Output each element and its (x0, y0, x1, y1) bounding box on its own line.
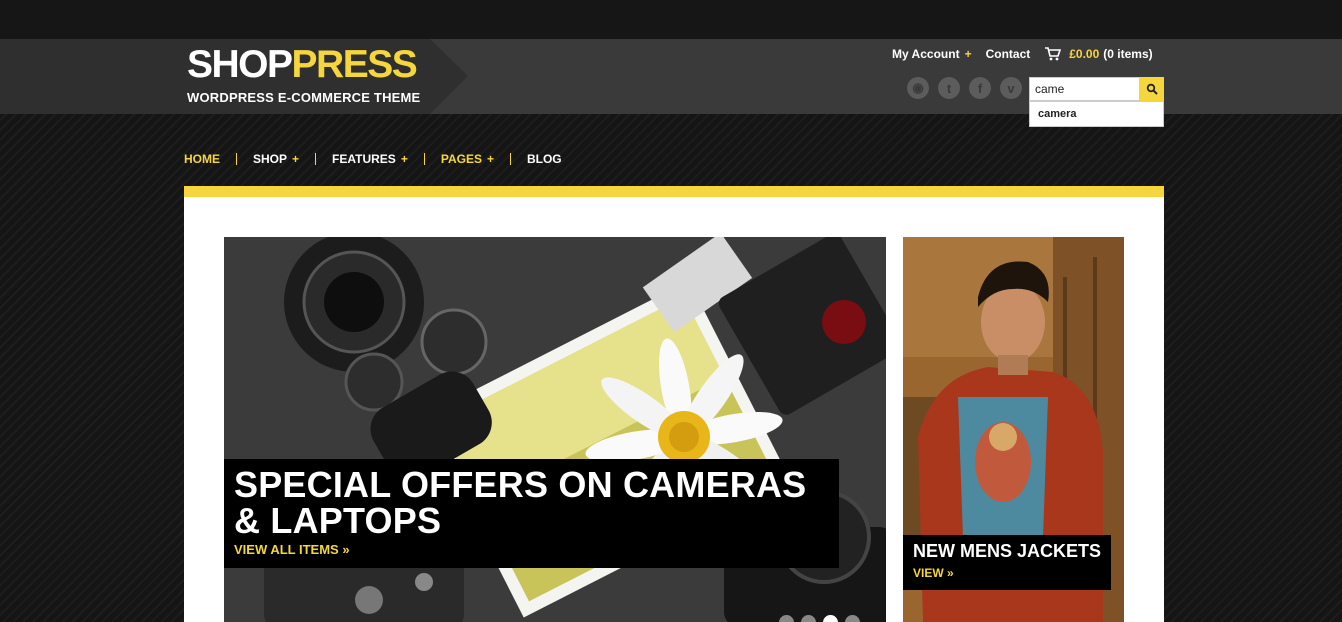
cart-total: £0.00 (1069, 47, 1100, 61)
twitter-icon[interactable]: t (938, 77, 960, 99)
nav-separator (236, 153, 237, 165)
cart-count: (0 items) (1103, 47, 1153, 61)
nav-plus-pages: + (486, 152, 494, 166)
side-banner-title: NEW MENS JACKETS (913, 541, 1102, 561)
my-account-plus[interactable]: + (965, 47, 972, 61)
logo-shop: SHOP (187, 43, 293, 86)
slider-dots (779, 615, 860, 622)
nav-item-pages[interactable]: PAGES + (441, 152, 494, 166)
slider-dot[interactable] (845, 615, 860, 622)
side-banner-caption: NEW MENS JACKETS VIEW » (903, 535, 1111, 590)
social-icons: ◉ t f v (907, 77, 1022, 99)
nav-separator (315, 153, 317, 165)
nav-separator (509, 153, 511, 165)
nav-label-home: HOME (184, 152, 220, 166)
nav-label-pages: PAGES (440, 152, 482, 166)
nav-label-shop: SHOP (253, 152, 288, 166)
search-suggestion[interactable]: camera (1029, 101, 1164, 127)
search-input[interactable]: came (1029, 77, 1140, 101)
nav-label-blog: BLOG (526, 152, 562, 166)
cart-link[interactable]: £0.00 (0 items) (1044, 47, 1153, 61)
top-strip (0, 0, 1342, 39)
my-account-link[interactable]: My Account (892, 47, 960, 61)
hero-view-all-link[interactable]: VIEW ALL ITEMS » (234, 542, 829, 557)
contact-link[interactable]: Contact (986, 47, 1031, 61)
side-banner-view-link[interactable]: VIEW » (913, 566, 1101, 580)
slider-dot[interactable] (801, 615, 816, 622)
nav-plus-shop: + (292, 152, 300, 166)
hero-caption: SPECIAL OFFERS ON CAMERAS & LAPTOPS VIEW… (224, 459, 839, 568)
logo-tagline: WORDPRESS E-COMMERCE THEME (187, 90, 421, 105)
vimeo-icon[interactable]: v (1000, 77, 1022, 99)
slider-dot[interactable] (779, 615, 794, 622)
rss-icon[interactable]: ◉ (907, 77, 929, 99)
facebook-icon[interactable]: f (969, 77, 991, 99)
side-banner[interactable]: NEW MENS JACKETS VIEW » (903, 237, 1124, 622)
slider-dot-active[interactable] (823, 615, 838, 622)
hero-slider[interactable]: SPECIAL OFFERS ON CAMERAS & LAPTOPS VIEW… (224, 237, 886, 622)
nav-item-shop[interactable]: SHOP + (253, 152, 299, 166)
nav-item-features[interactable]: FEATURES + (332, 152, 408, 166)
account-links: My Account + Contact £0.00 (0 items) (892, 47, 1153, 61)
logo[interactable]: SHOPPRESS (187, 43, 418, 86)
main-nav: HOME SHOP + FEATURES + PAGES + BLOG (184, 152, 562, 166)
search-button[interactable] (1140, 77, 1164, 101)
cart-icon (1045, 47, 1062, 61)
nav-item-blog[interactable]: BLOG (527, 152, 562, 166)
logo-press: PRESS (291, 43, 418, 86)
nav-separator (423, 153, 425, 165)
nav-label-features: FEATURES (332, 152, 396, 166)
hero-title: SPECIAL OFFERS ON CAMERAS & LAPTOPS (234, 464, 807, 541)
search-form: came (1029, 77, 1164, 101)
nav-item-home[interactable]: HOME (184, 152, 220, 166)
nav-plus-features: + (400, 152, 408, 166)
search-icon (1146, 83, 1158, 95)
